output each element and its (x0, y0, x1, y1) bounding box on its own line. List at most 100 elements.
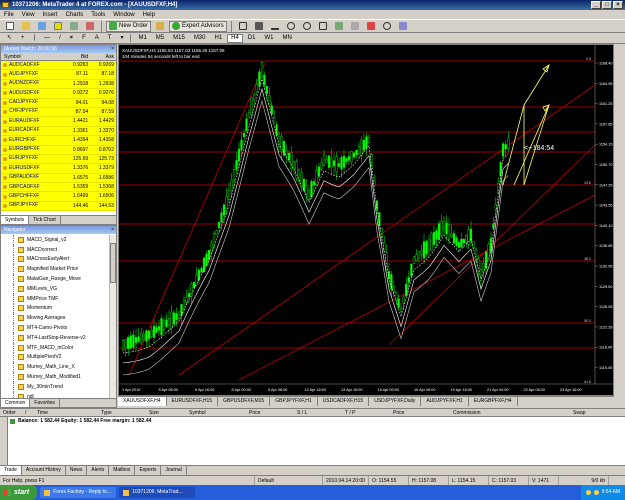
menu-charts[interactable]: Charts (66, 12, 84, 18)
periods-button[interactable] (380, 21, 394, 32)
taskbar-item-forex-factory[interactable]: Forex Factory - Reply to... (40, 487, 117, 498)
navigator-item[interactable]: Magnified Market Price (1, 264, 116, 274)
menu-view[interactable]: View (22, 12, 35, 18)
menu-file[interactable]: File (4, 12, 14, 18)
navigator-scrollbar[interactable] (109, 235, 116, 398)
timeframe-d1[interactable]: D1 (244, 34, 260, 43)
vertical-line-tool[interactable]: | (30, 34, 40, 43)
terminal-column-header[interactable]: T / P (342, 409, 390, 416)
arrows-tool[interactable]: ▾ (116, 34, 127, 43)
chart-shift-button[interactable] (348, 21, 362, 32)
column-header-bid[interactable]: Bid (63, 53, 90, 60)
column-header-ask[interactable]: Ask (90, 53, 116, 60)
navigator-item[interactable]: MTF_MACD_inColor (1, 342, 116, 353)
zoom-in-button[interactable] (284, 21, 298, 32)
terminal-column-header[interactable]: Commission (450, 409, 570, 416)
timeframe-h4[interactable]: H4 (227, 33, 243, 43)
channel-tool[interactable]: ≠ (66, 34, 77, 43)
close-icon[interactable]: × (111, 45, 114, 53)
trendline-tool[interactable]: / (55, 34, 65, 43)
navigator-item[interactable]: Momentum (1, 303, 116, 314)
timeframe-mn[interactable]: MN (279, 34, 296, 43)
navigator-item[interactable]: MT4-Camo-Pivots (1, 323, 116, 333)
terminal-column-header[interactable]: Price (390, 409, 450, 416)
tray-icon[interactable] (593, 490, 599, 495)
timeframe-w1[interactable]: W1 (261, 34, 278, 43)
navigator-item[interactable]: MACrossEarlyAlert (1, 254, 116, 265)
close-button[interactable]: × (613, 1, 623, 9)
timeframe-m1[interactable]: M1 (134, 34, 150, 43)
tab-symbols[interactable]: Symbols (1, 216, 30, 224)
terminal-column-header[interactable]: Type (98, 409, 146, 416)
column-header-symbol[interactable]: Symbol (1, 53, 63, 60)
terminal-column-header[interactable]: Size (146, 409, 186, 416)
navigator-item[interactable]: MultiplePivotV2 (1, 352, 116, 363)
cursor-tool[interactable]: ↖ (3, 34, 16, 43)
terminal-tab[interactable]: Experts (135, 466, 162, 475)
text-tool[interactable]: A (91, 34, 103, 43)
navigator-item[interactable]: Moving Averages (1, 313, 116, 323)
menu-help[interactable]: Help (143, 12, 155, 18)
timeframe-h1[interactable]: H1 (210, 34, 226, 43)
timeframe-m15[interactable]: M15 (169, 34, 189, 43)
tab-favorites[interactable]: Favorites (30, 399, 60, 407)
timeframe-m30[interactable]: M30 (190, 34, 210, 43)
templates-button[interactable] (396, 21, 410, 32)
zoom-out-button[interactable] (300, 21, 314, 32)
navigator-item[interactable]: Murrey_Math_Modified1 (1, 372, 116, 382)
bar-chart-button[interactable] (236, 21, 250, 32)
chart-tab[interactable]: GBPUSDFXF,M15 (218, 397, 271, 406)
chart-tab[interactable]: USDJPYFXF,Daily (369, 397, 422, 406)
market-watch-button[interactable] (35, 21, 49, 32)
start-button[interactable]: start (0, 485, 38, 500)
terminal-tab[interactable]: News (66, 466, 88, 475)
horizontal-line-tool[interactable]: — (40, 34, 54, 43)
menu-insert[interactable]: Insert (43, 12, 58, 18)
chart-tab[interactable]: EURUSDFXF,H15 (167, 397, 219, 406)
market-watch-row[interactable]: GBPJPYFXF 144.46 144.53 (1, 201, 116, 212)
tester-button[interactable] (83, 21, 97, 32)
minimize-button[interactable]: _ (591, 1, 601, 9)
terminal-tab[interactable]: Journal (161, 466, 187, 475)
menu-tools[interactable]: Tools (91, 12, 105, 18)
terminal-tab[interactable]: Alerts (87, 466, 110, 475)
tab-common[interactable]: Common (1, 399, 31, 407)
label-tool[interactable]: T (104, 34, 116, 43)
terminal-tab[interactable]: Trade (0, 466, 22, 475)
timeframe-m5[interactable]: M5 (152, 34, 168, 43)
crosshair-tool[interactable]: + (17, 34, 29, 43)
new-order-button[interactable]: New Order (106, 20, 152, 32)
navigator-item[interactable]: My_30minTrend (1, 381, 116, 392)
chart-tab[interactable]: AUDJPYFXF,H1 (421, 397, 469, 406)
menu-window[interactable]: Window (113, 12, 134, 18)
chart-tab[interactable]: USDCADFXF,H15 (318, 397, 370, 406)
navigator-button[interactable] (51, 21, 65, 32)
terminal-tab[interactable]: Mailbox (109, 466, 136, 475)
indicators-button[interactable] (364, 21, 378, 32)
navigator-item[interactable]: MMPrice TMF (1, 293, 116, 304)
chart-tab[interactable]: GBPJPYFXF,H1 (270, 397, 318, 406)
navigator-item[interactable]: MACDcorrect (1, 244, 116, 255)
chart-tab[interactable]: EURGBPFXF,H4 (469, 397, 518, 406)
terminal-tab[interactable]: Account History (22, 466, 66, 475)
navigator-item[interactable]: MACD_Signal_v2 (1, 235, 116, 245)
terminal-column-header[interactable]: S / L (294, 409, 342, 416)
price-chart[interactable]: XAUUSDFXF,H4 1155.03 1157.03 1155.25 115… (119, 45, 613, 395)
fibonacci-tool[interactable]: F (78, 34, 90, 43)
metaeditor-button[interactable] (153, 21, 167, 32)
terminal-column-header[interactable]: Order (0, 409, 22, 416)
autoscroll-button[interactable] (332, 21, 346, 32)
terminal-column-header[interactable]: Symbol (186, 409, 246, 416)
balance-row[interactable]: Balance: 1 582.44 Equity: 1 582.44 Free … (0, 417, 625, 425)
scrollbar-thumb[interactable] (110, 243, 116, 283)
expert-advisors-button[interactable]: Expert Advisors (169, 20, 227, 32)
line-chart-button[interactable] (268, 21, 282, 32)
terminal-column-header[interactable]: Swap (570, 409, 625, 416)
close-icon[interactable]: × (111, 226, 114, 234)
tile-windows-button[interactable] (316, 21, 330, 32)
chart-tab[interactable]: XAUUSDFXF,H4 (118, 397, 167, 406)
terminal-column-header[interactable]: Time (34, 409, 98, 416)
candlestick-button[interactable] (252, 21, 266, 32)
terminal-column-header[interactable]: / (22, 409, 34, 416)
maximize-button[interactable]: □ (602, 1, 612, 9)
